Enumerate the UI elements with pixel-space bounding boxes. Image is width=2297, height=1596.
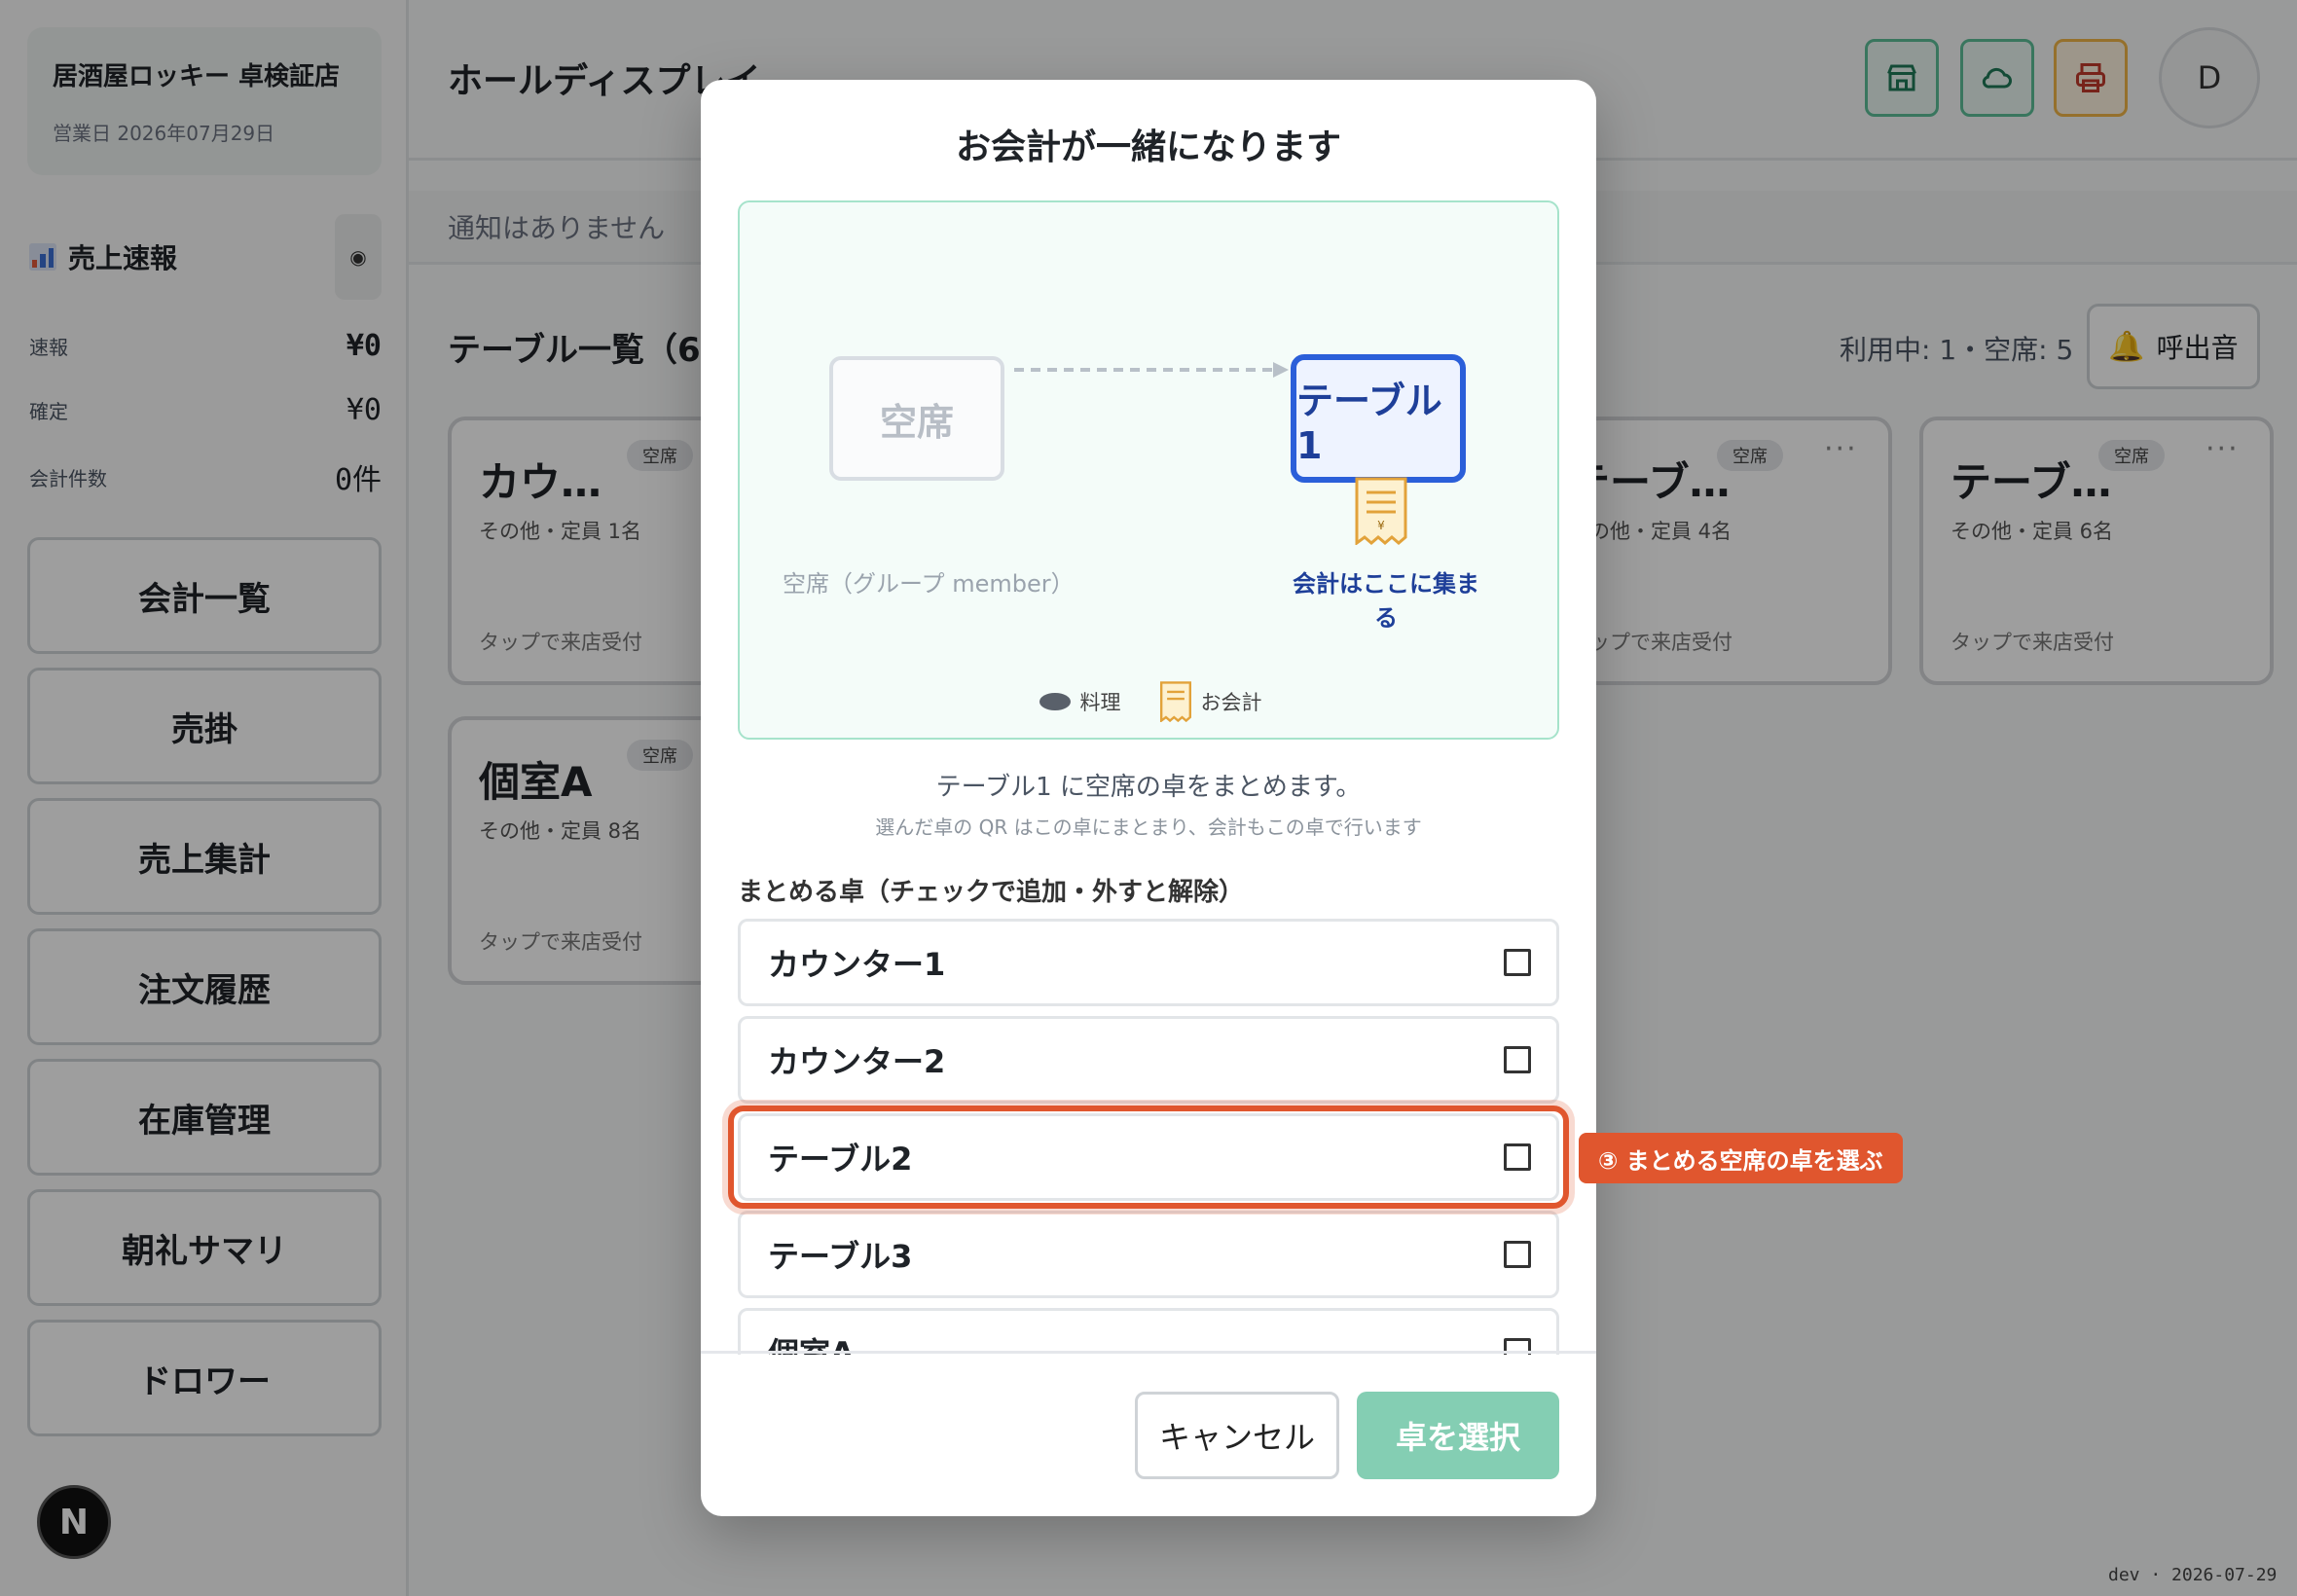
merge-diagram: 空席 テーブル1 ¥ 空席（グループ member） 会計はここに集まる 料理 [738,200,1559,740]
target-table-box: テーブル1 [1291,354,1466,483]
tutorial-step-label: ③ まとめる空席の卓を選ぶ [1579,1133,1903,1183]
modal-title: お会計が一緒になります [955,127,1341,167]
legend-bill-label: お会計 [1200,691,1262,714]
merge-table-option-label: カウンター1 [768,946,946,983]
receipt-icon: ¥ [1355,477,1407,545]
legend-dish-label: 料理 [1079,691,1121,714]
footer-divider [701,1351,1596,1354]
source-caption: 空席（グループ member） [783,570,1075,598]
merge-table-option[interactable]: テーブル3 [738,1211,1559,1298]
checkbox[interactable] [1504,949,1531,976]
merge-tables-label: まとめる卓（チェックで追加・外すと解除） [738,878,1245,907]
checkbox[interactable] [1504,1046,1531,1073]
receipt-icon [1159,681,1191,722]
cancel-button[interactable]: キャンセル [1135,1392,1339,1479]
arrow-right-icon [1014,362,1289,378]
merge-table-option-label: カウンター2 [768,1043,946,1080]
merge-table-option-label: テーブル3 [768,1238,913,1275]
source-table-box: 空席 [829,356,1004,481]
svg-text:¥: ¥ [1377,519,1385,532]
dish-icon [1039,693,1071,710]
diagram-legend: 料理 お会計 [740,681,1561,722]
merge-table-option[interactable]: カウンター1 [738,919,1559,1006]
tutorial-highlight [728,1106,1569,1209]
merge-table-option[interactable]: カウンター2 [738,1016,1559,1104]
modal-subdescription: 選んだ卓の QR はこの卓にまとまり、会計もこの卓で行います [875,816,1422,839]
merge-bill-modal: お会計が一緒になります 空席 テーブル1 ¥ 空席（グループ member） 会… [701,80,1596,1516]
modal-description: テーブル1 に空席の卓をまとめます。 [935,773,1362,802]
legend-bill: お会計 [1159,681,1262,722]
merge-table-option[interactable]: 個室A [738,1308,1559,1355]
checkbox[interactable] [1504,1241,1531,1268]
select-table-button[interactable]: 卓を選択 [1357,1392,1559,1479]
target-caption: 会計はここに集まる [1293,570,1479,632]
legend-dish: 料理 [1039,687,1121,716]
